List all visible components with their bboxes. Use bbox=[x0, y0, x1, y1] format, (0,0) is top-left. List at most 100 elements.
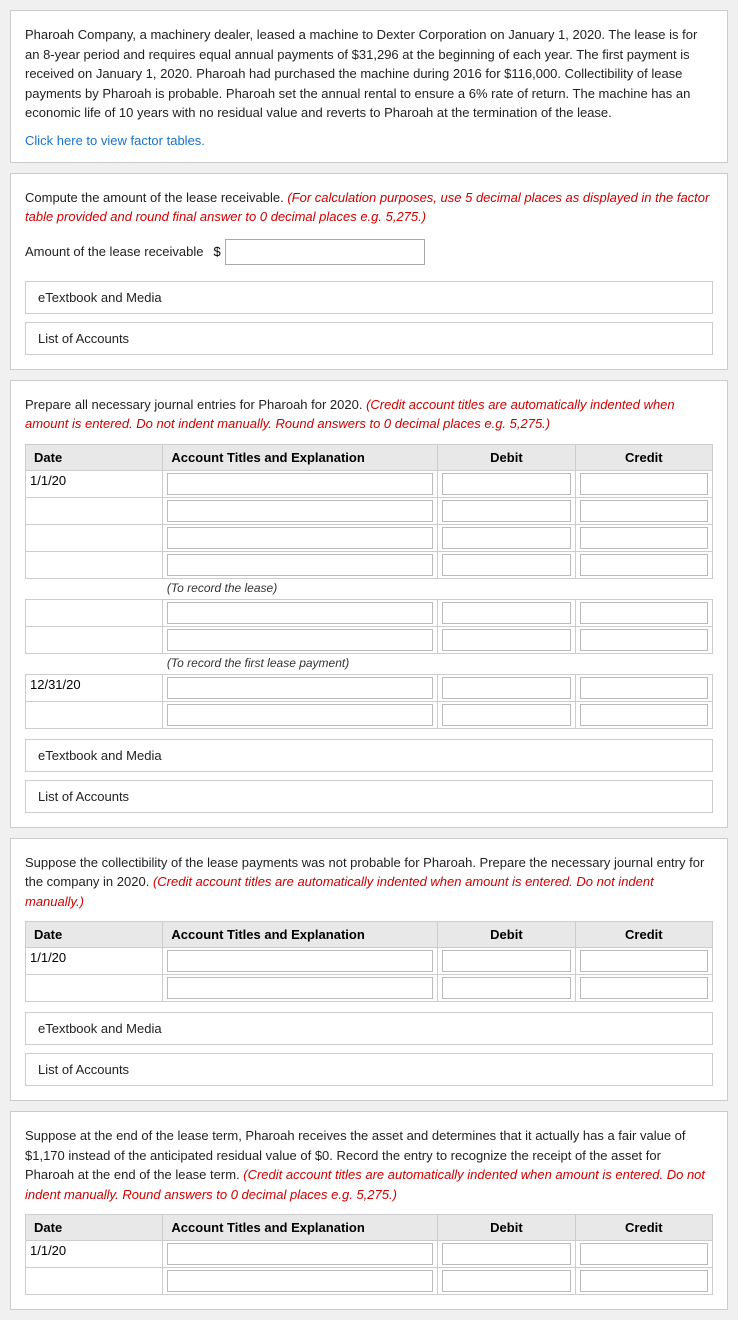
journal-entries-section: Prepare all necessary journal entries fo… bbox=[10, 380, 728, 828]
debit-input[interactable] bbox=[442, 677, 570, 699]
debit-input[interactable] bbox=[442, 950, 570, 972]
account-input[interactable] bbox=[167, 602, 433, 624]
account-input[interactable] bbox=[167, 629, 433, 651]
debit-cell bbox=[438, 674, 575, 701]
list-of-accounts-button-s3[interactable]: List of Accounts bbox=[25, 780, 713, 813]
account-input[interactable] bbox=[167, 500, 433, 522]
account-cell bbox=[163, 497, 438, 524]
account-cell bbox=[163, 674, 438, 701]
date-cell: 1/1/20 bbox=[26, 948, 163, 975]
debit-cell bbox=[438, 1241, 575, 1268]
compute-lease-section: Compute the amount of the lease receivab… bbox=[10, 173, 728, 370]
credit-cell bbox=[575, 524, 712, 551]
col-date-s3: Date bbox=[26, 444, 163, 470]
table-row: 12/31/20 bbox=[26, 674, 713, 701]
credit-input[interactable] bbox=[580, 950, 708, 972]
credit-input[interactable] bbox=[580, 977, 708, 999]
credit-cell bbox=[575, 497, 712, 524]
credit-input[interactable] bbox=[580, 704, 708, 726]
journal-table-s5: Date Account Titles and Explanation Debi… bbox=[25, 1214, 713, 1295]
debit-input[interactable] bbox=[442, 977, 570, 999]
debit-input[interactable] bbox=[442, 1243, 570, 1265]
table-row bbox=[26, 1268, 713, 1295]
account-input[interactable] bbox=[167, 554, 433, 576]
col-account-s5: Account Titles and Explanation bbox=[163, 1215, 438, 1241]
credit-input[interactable] bbox=[580, 473, 708, 495]
col-date-s4: Date bbox=[26, 922, 163, 948]
col-date-s5: Date bbox=[26, 1215, 163, 1241]
debit-cell bbox=[438, 1268, 575, 1295]
date-cell: 1/1/20 bbox=[26, 1241, 163, 1268]
credit-input[interactable] bbox=[580, 527, 708, 549]
credit-input[interactable] bbox=[580, 500, 708, 522]
account-cell bbox=[163, 626, 438, 653]
account-cell bbox=[163, 524, 438, 551]
etextbook-button-s3[interactable]: eTextbook and Media bbox=[25, 739, 713, 772]
debit-input[interactable] bbox=[442, 554, 570, 576]
journal-table-s4: Date Account Titles and Explanation Debi… bbox=[25, 921, 713, 1002]
section3-buttons: eTextbook and Media List of Accounts bbox=[25, 739, 713, 813]
etextbook-button-s4[interactable]: eTextbook and Media bbox=[25, 1012, 713, 1045]
col-credit-s5: Credit bbox=[575, 1215, 712, 1241]
credit-input[interactable] bbox=[580, 629, 708, 651]
list-of-accounts-button-s2[interactable]: List of Accounts bbox=[25, 322, 713, 355]
col-account-s4: Account Titles and Explanation bbox=[163, 922, 438, 948]
account-cell bbox=[163, 551, 438, 578]
debit-input[interactable] bbox=[442, 527, 570, 549]
account-input[interactable] bbox=[167, 1270, 433, 1292]
debit-input[interactable] bbox=[442, 1270, 570, 1292]
debit-input[interactable] bbox=[442, 500, 570, 522]
credit-input[interactable] bbox=[580, 554, 708, 576]
account-cell bbox=[163, 599, 438, 626]
credit-input[interactable] bbox=[580, 677, 708, 699]
col-debit-s3: Debit bbox=[438, 444, 575, 470]
journal-table-s3: Date Account Titles and Explanation Debi… bbox=[25, 444, 713, 729]
col-credit-s4: Credit bbox=[575, 922, 712, 948]
account-input[interactable] bbox=[167, 704, 433, 726]
compute-instruction: Compute the amount of the lease receivab… bbox=[25, 188, 713, 227]
debit-input[interactable] bbox=[442, 602, 570, 624]
account-input[interactable] bbox=[167, 677, 433, 699]
col-credit-s3: Credit bbox=[575, 444, 712, 470]
account-input[interactable] bbox=[167, 527, 433, 549]
debit-input[interactable] bbox=[442, 629, 570, 651]
account-input[interactable] bbox=[167, 473, 433, 495]
debit-cell bbox=[438, 470, 575, 497]
credit-cell bbox=[575, 1268, 712, 1295]
debit-cell bbox=[438, 551, 575, 578]
table-row: 1/1/20 bbox=[26, 1241, 713, 1268]
table-row bbox=[26, 599, 713, 626]
note-row: (To record the first lease payment) bbox=[26, 653, 713, 674]
lease-receivable-input[interactable] bbox=[225, 239, 425, 265]
etextbook-button-s2[interactable]: eTextbook and Media bbox=[25, 281, 713, 314]
account-cell bbox=[163, 701, 438, 728]
note-row: (To record the lease) bbox=[26, 578, 713, 599]
credit-cell bbox=[575, 551, 712, 578]
table-row bbox=[26, 497, 713, 524]
credit-input[interactable] bbox=[580, 1270, 708, 1292]
account-input[interactable] bbox=[167, 950, 433, 972]
table-row: 1/1/20 bbox=[26, 948, 713, 975]
col-account-s3: Account Titles and Explanation bbox=[163, 444, 438, 470]
dollar-sign: $ bbox=[214, 244, 221, 259]
collectibility-section: Suppose the collectibility of the lease … bbox=[10, 838, 728, 1102]
credit-cell bbox=[575, 674, 712, 701]
account-input[interactable] bbox=[167, 1243, 433, 1265]
account-cell bbox=[163, 1268, 438, 1295]
list-of-accounts-button-s4[interactable]: List of Accounts bbox=[25, 1053, 713, 1086]
credit-cell bbox=[575, 701, 712, 728]
note-text: (To record the lease) bbox=[163, 578, 713, 599]
debit-cell bbox=[438, 524, 575, 551]
credit-cell bbox=[575, 975, 712, 1002]
date-cell: 1/1/20 bbox=[26, 470, 163, 497]
credit-input[interactable] bbox=[580, 602, 708, 624]
debit-cell bbox=[438, 599, 575, 626]
debit-input[interactable] bbox=[442, 473, 570, 495]
account-input[interactable] bbox=[167, 977, 433, 999]
debit-input[interactable] bbox=[442, 704, 570, 726]
factor-tables-link[interactable]: Click here to view factor tables. bbox=[25, 133, 713, 148]
table-row bbox=[26, 975, 713, 1002]
date-cell: 12/31/20 bbox=[26, 674, 163, 701]
credit-input[interactable] bbox=[580, 1243, 708, 1265]
credit-cell bbox=[575, 599, 712, 626]
